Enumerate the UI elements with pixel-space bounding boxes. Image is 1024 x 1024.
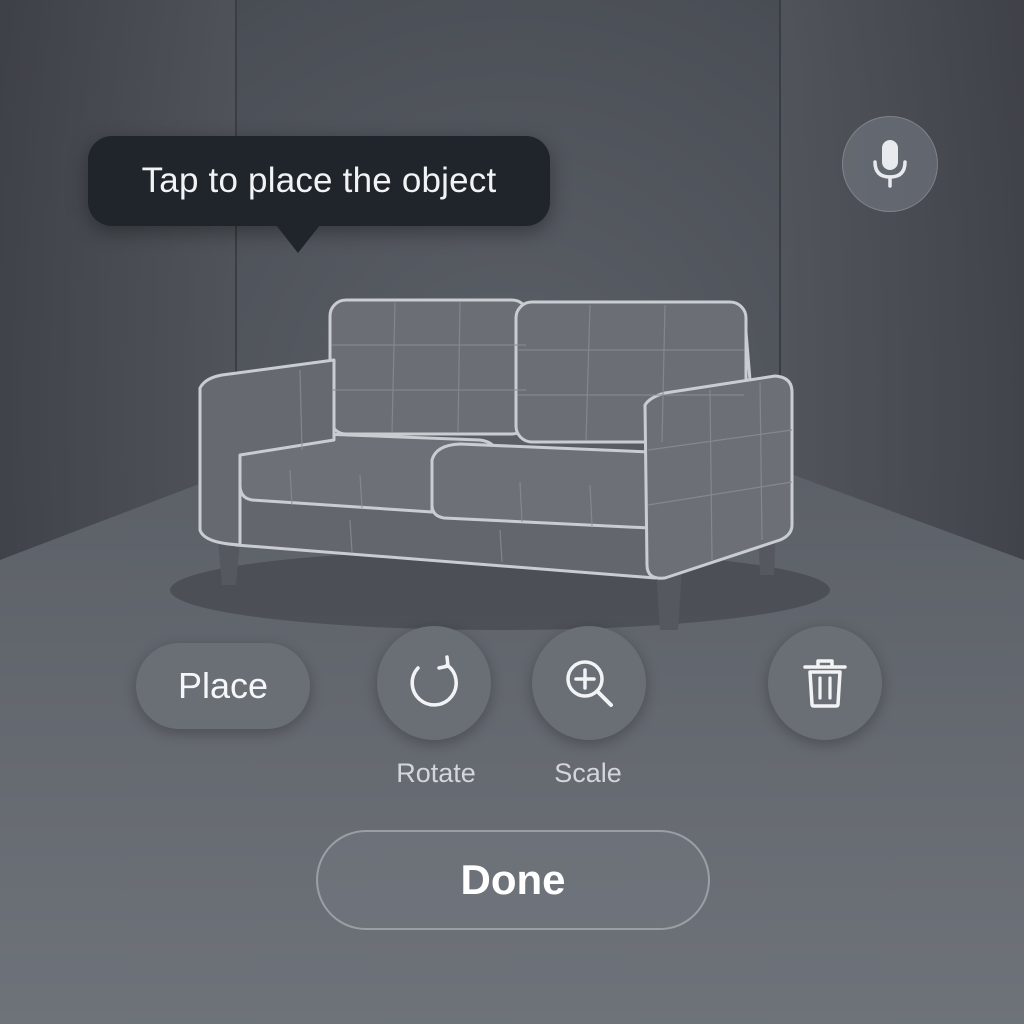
tooltip-pointer xyxy=(276,225,320,253)
place-button[interactable]: Place xyxy=(136,643,310,729)
tooltip-text: Tap to place the object xyxy=(141,161,497,200)
place-button-label: Place xyxy=(177,665,269,706)
scale-label: Scale xyxy=(554,758,622,788)
done-button[interactable]: Done xyxy=(316,830,710,930)
rotate-label: Rotate xyxy=(396,758,476,788)
right-wall xyxy=(780,0,1024,560)
rotate-icon xyxy=(410,655,458,707)
delete-button[interactable] xyxy=(768,626,882,740)
done-button-label: Done xyxy=(460,856,566,903)
rotate-button[interactable] xyxy=(377,626,491,740)
scale-button[interactable] xyxy=(532,626,646,740)
placement-tooltip: Tap to place the object xyxy=(88,136,550,226)
trash-icon xyxy=(803,659,847,708)
microphone-icon xyxy=(873,140,907,188)
microphone-button[interactable] xyxy=(842,116,938,212)
zoom-in-icon xyxy=(566,660,613,707)
